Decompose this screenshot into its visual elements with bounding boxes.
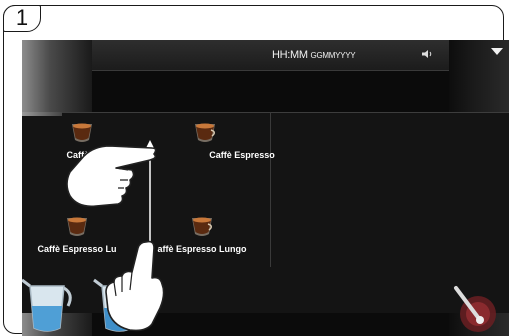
status-bar: HH:MM GGMMYYYY — [92, 40, 449, 71]
hand-pointer-icon — [105, 240, 165, 332]
panel-edge — [22, 112, 62, 116]
clock-display: HH:MM GGMMYYYY — [272, 49, 356, 61]
product-label: affè Espresso Lungo — [157, 244, 247, 254]
step-number-badge: 1 — [3, 5, 41, 32]
steam-wand-icon[interactable] — [450, 284, 498, 336]
milk-jug-icon[interactable] — [22, 276, 76, 334]
espresso-cup-icon — [195, 123, 215, 142]
date-format: GGMMYYYY — [310, 51, 356, 60]
product-label: Caffè Espresso — [209, 150, 275, 160]
chevron-down-icon[interactable] — [490, 46, 504, 56]
time-format: HH:MM — [272, 49, 308, 61]
hand-pointer-icon — [66, 145, 157, 208]
espresso-cup-icon — [192, 217, 212, 236]
espresso-cup-icon — [67, 217, 87, 236]
volume-icon[interactable] — [421, 49, 433, 59]
